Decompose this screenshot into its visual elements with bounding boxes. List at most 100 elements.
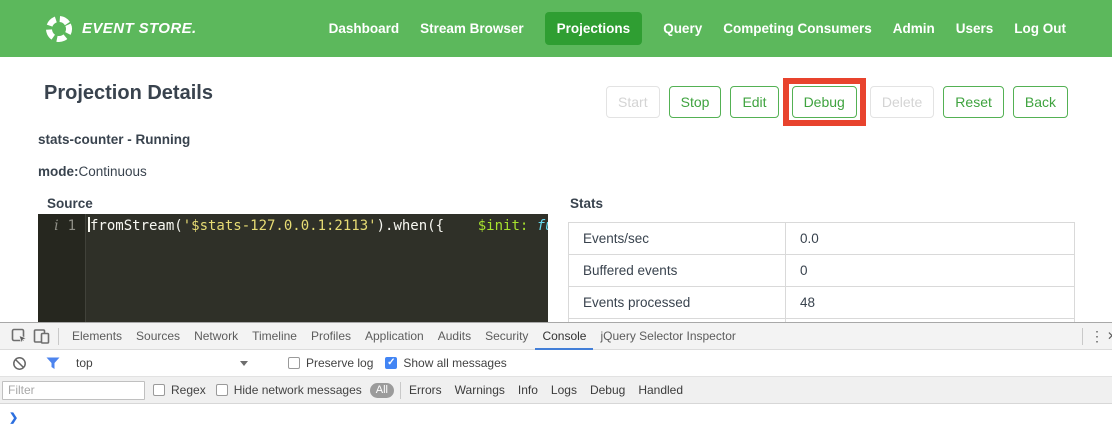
projection-status: stats-counter - Running [38, 132, 190, 147]
filter-level-all-badge[interactable]: All [370, 383, 394, 398]
code-token-string: '$stats-127.0.0.1:2113' [183, 218, 377, 234]
nav-item-stream-browser[interactable]: Stream Browser [420, 12, 524, 45]
tab-application[interactable]: Application [358, 323, 431, 350]
nav-item-users[interactable]: Users [956, 12, 994, 45]
separator [1082, 328, 1083, 345]
stat-value: 48 [786, 287, 1075, 319]
line-number: 1 [68, 215, 76, 322]
filter-icon[interactable] [42, 352, 64, 374]
preserve-log-option[interactable]: Preserve log [288, 356, 373, 370]
regex-label: Regex [171, 383, 206, 397]
mode-label: mode: [38, 164, 79, 179]
editor-gutter: i 1 [38, 214, 86, 322]
devtools-panel: Elements Sources Network Timeline Profil… [0, 322, 1112, 440]
console-filter-bar: Regex Hide network messages All Errors W… [0, 377, 1112, 404]
hide-network-messages-checkbox[interactable] [216, 384, 228, 396]
console-toolbar: top Preserve log Show all messages [0, 350, 1112, 377]
mode-value: Continuous [79, 164, 147, 179]
brand-text: EVENT STORE. [82, 20, 197, 37]
nav-item-log-out[interactable]: Log Out [1014, 12, 1066, 45]
delete-button[interactable]: Delete [870, 86, 934, 118]
stat-label: Events processed [569, 287, 786, 319]
stats-table: Events/sec 0.0 Buffered events 0 Events … [568, 222, 1075, 322]
tab-sources[interactable]: Sources [129, 323, 187, 350]
filter-level-debug[interactable]: Debug [590, 383, 625, 397]
tab-jquery-selector-inspector[interactable]: jQuery Selector Inspector [593, 323, 742, 350]
execution-context-selector[interactable]: top [76, 356, 276, 370]
page-title: Projection Details [44, 82, 213, 105]
tab-profiles[interactable]: Profiles [304, 323, 358, 350]
projection-mode: mode:Continuous [38, 164, 147, 179]
hide-network-messages-option[interactable]: Hide network messages [216, 383, 362, 397]
code-token: fromStream( [90, 218, 183, 234]
edit-button[interactable]: Edit [730, 86, 778, 118]
stop-button[interactable]: Stop [669, 86, 722, 118]
context-label: top [76, 356, 93, 370]
debug-highlight-box: Debug [783, 78, 866, 126]
code-token: ).when({ [377, 218, 444, 234]
separator [400, 382, 401, 399]
nav-item-projections[interactable]: Projections [545, 12, 643, 45]
stat-label: Events/sec [569, 223, 786, 255]
devtools-tabbar: Elements Sources Network Timeline Profil… [0, 323, 1112, 350]
regex-checkbox[interactable] [153, 384, 165, 396]
devtools-menu-icon[interactable] [1089, 328, 1105, 345]
gutter-info-icon: i [54, 215, 58, 322]
filter-level-errors[interactable]: Errors [409, 383, 442, 397]
projection-action-buttons: Start Stop Edit Debug Delete Reset Back [606, 78, 1068, 126]
tab-security[interactable]: Security [478, 323, 535, 350]
table-row: Events/sec 0.0 [569, 223, 1075, 255]
close-devtools-icon[interactable] [1105, 329, 1112, 343]
table-row: Events processed 48 [569, 287, 1075, 319]
reset-button[interactable]: Reset [943, 86, 1004, 118]
debug-button[interactable]: Debug [792, 86, 857, 118]
nav-item-dashboard[interactable]: Dashboard [329, 12, 400, 45]
back-button[interactable]: Back [1013, 86, 1068, 118]
nav-item-competing-consumers[interactable]: Competing Consumers [723, 12, 872, 45]
device-toolbar-icon[interactable] [30, 325, 52, 347]
devtools-window-controls [1076, 328, 1112, 345]
filter-level-logs[interactable]: Logs [551, 383, 577, 397]
console-input-area[interactable]: ❯ [0, 404, 1112, 440]
chevron-down-icon [240, 361, 248, 366]
hide-network-messages-label: Hide network messages [234, 383, 362, 397]
filter-levels: Errors Warnings Info Logs Debug Handled [409, 383, 683, 397]
source-heading: Source [47, 196, 93, 211]
table-row: Buffered events 0 [569, 255, 1075, 287]
show-all-messages-label: Show all messages [403, 356, 506, 370]
start-button[interactable]: Start [606, 86, 660, 118]
tab-timeline[interactable]: Timeline [245, 323, 304, 350]
main-content: Start Stop Edit Debug Delete Reset Back … [0, 57, 1112, 322]
code-token-function: fu [528, 218, 548, 234]
event-store-logo-icon [44, 14, 74, 44]
show-all-messages-option[interactable]: Show all messages [385, 356, 506, 370]
code-line: fromStream('$stats-127.0.0.1:2113').when… [86, 214, 548, 322]
console-prompt-icon: ❯ [9, 411, 18, 424]
code-token-keyword: $init: [478, 218, 529, 234]
stats-heading: Stats [570, 196, 603, 211]
code-token [444, 218, 478, 234]
preserve-log-label: Preserve log [306, 356, 373, 370]
filter-level-warnings[interactable]: Warnings [455, 383, 505, 397]
preserve-log-checkbox[interactable] [288, 357, 300, 369]
inspect-element-icon[interactable] [8, 325, 30, 347]
main-nav: Dashboard Stream Browser Projections Que… [329, 12, 1066, 45]
show-all-messages-checkbox[interactable] [385, 357, 397, 369]
filter-level-info[interactable]: Info [518, 383, 538, 397]
filter-level-handled[interactable]: Handled [638, 383, 683, 397]
stat-value: 0.0 [786, 223, 1075, 255]
regex-option[interactable]: Regex [153, 383, 206, 397]
filter-input[interactable] [2, 381, 145, 400]
brand: EVENT STORE. [44, 14, 197, 44]
source-code-editor[interactable]: i 1 fromStream('$stats-127.0.0.1:2113').… [38, 214, 548, 322]
separator [58, 328, 59, 345]
tab-network[interactable]: Network [187, 323, 245, 350]
tab-audits[interactable]: Audits [431, 323, 478, 350]
clear-console-icon[interactable] [8, 352, 30, 374]
tab-console[interactable]: Console [535, 323, 593, 350]
stat-value: 0 [786, 255, 1075, 287]
stat-label: Buffered events [569, 255, 786, 287]
nav-item-query[interactable]: Query [663, 12, 702, 45]
nav-item-admin[interactable]: Admin [893, 12, 935, 45]
tab-elements[interactable]: Elements [65, 323, 129, 350]
